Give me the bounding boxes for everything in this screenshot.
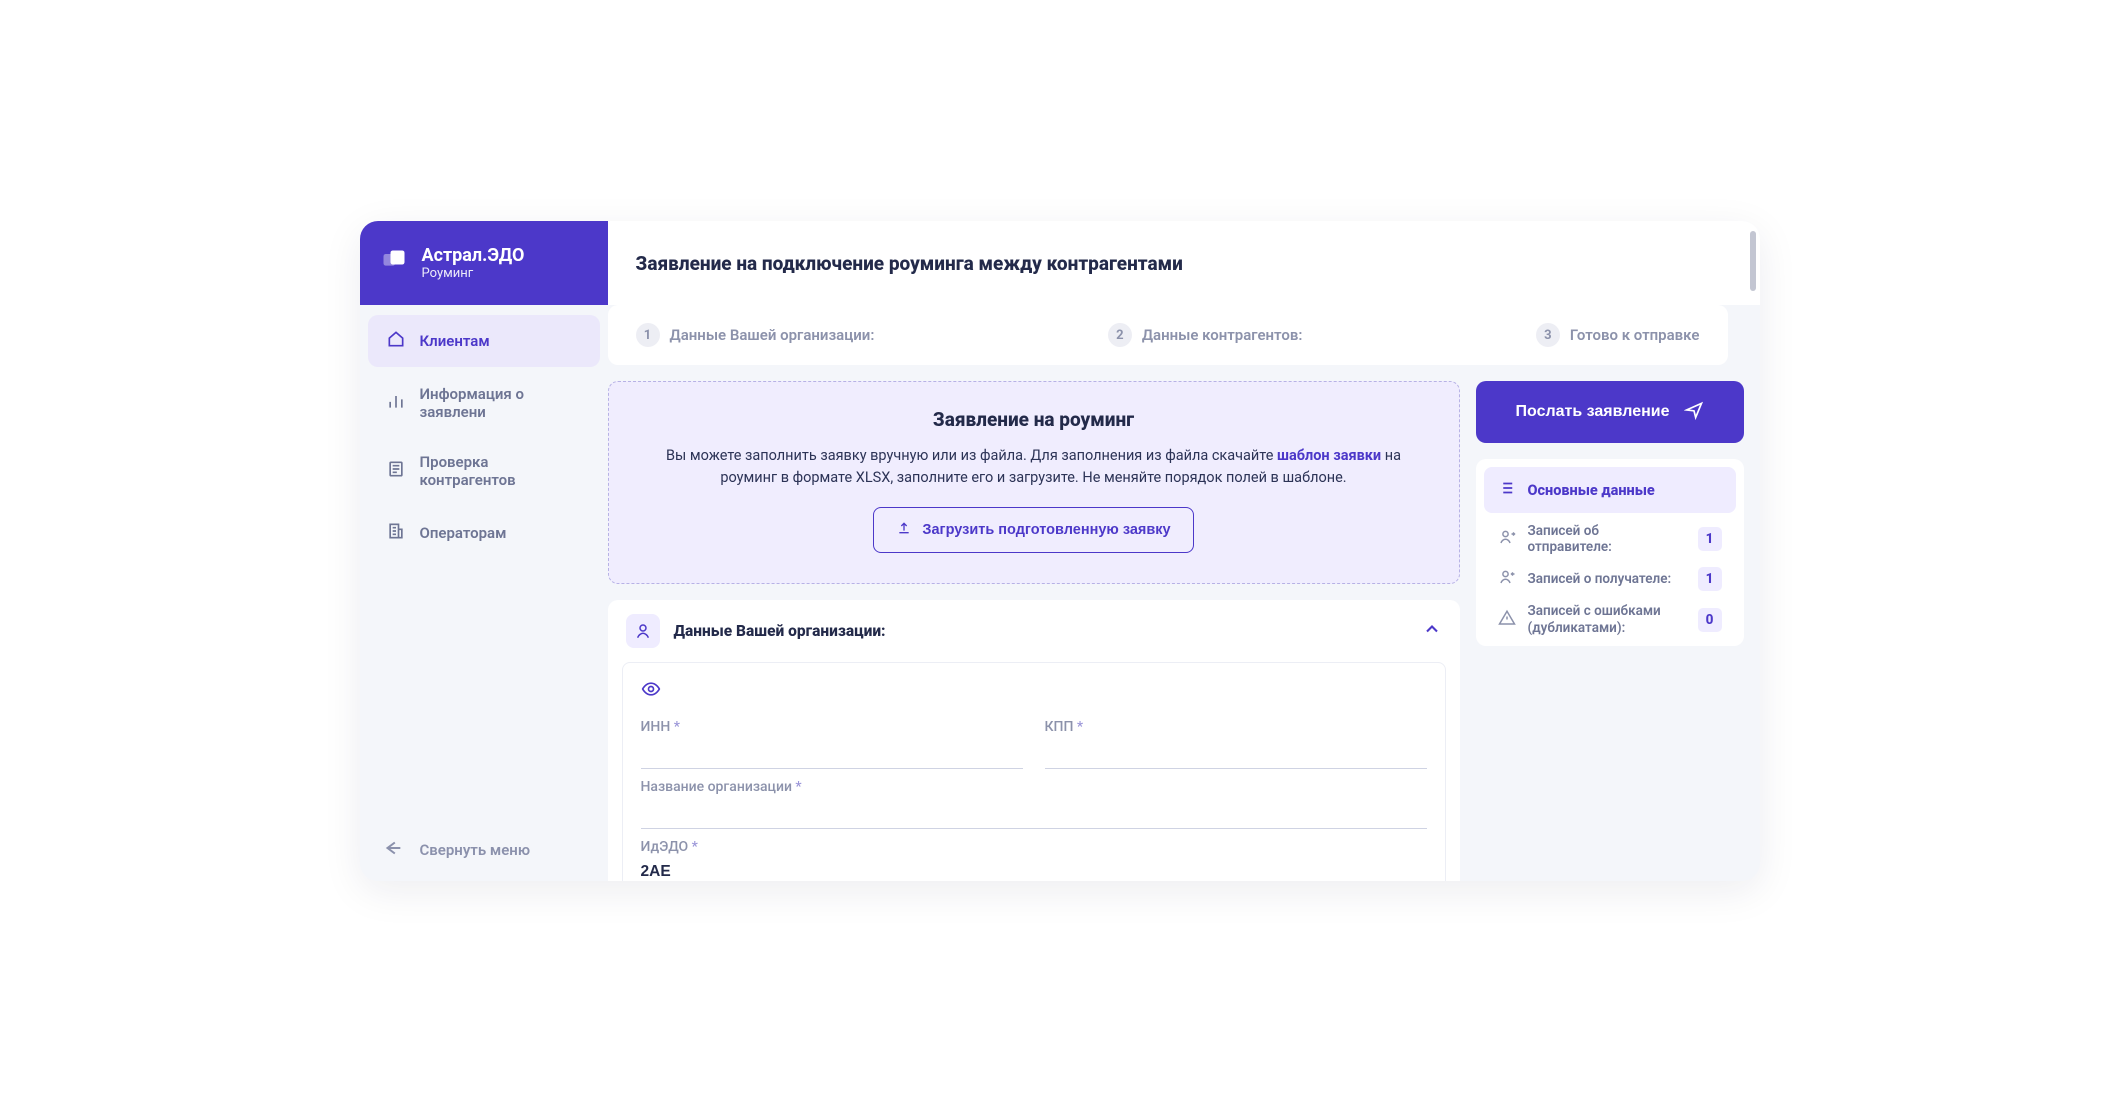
- summary-head[interactable]: Основные данные: [1484, 467, 1736, 513]
- summary-title: Основные данные: [1528, 482, 1655, 499]
- roaming-description: Вы можете заполнить заявку вручную или и…: [649, 445, 1419, 489]
- summary-row-sender: Записей об отправителе: 1: [1484, 513, 1736, 557]
- main-scroll-area[interactable]: 1 Данные Вашей организации: 2 Данные кон…: [608, 305, 1760, 881]
- org-name-label-text: Название организации: [641, 779, 792, 795]
- main-area: Заявление на подключение роуминга между …: [608, 221, 1760, 881]
- recipient-icon: [1498, 568, 1516, 590]
- field-inn: ИНН *: [641, 719, 1023, 769]
- step-number: 3: [1536, 323, 1560, 347]
- roaming-text-before: Вы можете заполнить заявку вручную или и…: [666, 447, 1277, 464]
- submit-application-button[interactable]: Послать заявление: [1476, 381, 1744, 443]
- brand-text: Астрал.ЭДО Роуминг: [422, 245, 525, 282]
- org-name-label: Название организации *: [641, 779, 1427, 795]
- sidebar-item-operators[interactable]: Операторам: [368, 507, 600, 559]
- org-name-input[interactable]: [641, 798, 1427, 829]
- upload-button-label: Загрузить подготовленную заявку: [922, 522, 1170, 538]
- step-label: Готово к отправке: [1570, 326, 1700, 344]
- brand-title: Астрал.ЭДО: [422, 245, 525, 267]
- content-columns: Заявление на роуминг Вы можете заполнить…: [608, 381, 1744, 881]
- stepper: 1 Данные Вашей организации: 2 Данные кон…: [608, 305, 1728, 365]
- arrow-left-icon: [382, 837, 404, 863]
- sidebar-item-check-counterparties[interactable]: Проверка контрагентов: [368, 439, 600, 503]
- step-3: 3 Готово к отправке: [1536, 323, 1700, 347]
- sidebar-item-label: Информация о заявлени: [420, 385, 582, 421]
- summary-row-errors: Записей с ошибками (дубликатами): 0: [1484, 593, 1736, 637]
- sidebar-nav: Клиентам Информация о заявлени Проверка …: [360, 305, 608, 819]
- step-label: Данные контрагентов:: [1142, 326, 1303, 344]
- brand-header: Астрал.ЭДО Роуминг: [360, 221, 608, 305]
- step-label: Данные Вашей организации:: [670, 326, 875, 344]
- step-number: 1: [636, 323, 660, 347]
- sidebar: Астрал.ЭДО Роуминг Клиентам Информация о…: [360, 221, 608, 881]
- page-title: Заявление на подключение роуминга между …: [636, 252, 1183, 275]
- building-icon: [386, 521, 406, 545]
- roaming-intro-card: Заявление на роуминг Вы можете заполнить…: [608, 381, 1460, 584]
- summary-count-badge: 1: [1698, 567, 1722, 591]
- page-header: Заявление на подключение роуминга между …: [608, 221, 1760, 305]
- visibility-toggle-icon[interactable]: [641, 684, 661, 703]
- field-kpp: КПП *: [1045, 719, 1427, 769]
- collapse-menu-button[interactable]: Свернуть меню: [360, 819, 608, 881]
- download-template-link[interactable]: шаблон заявки: [1277, 447, 1381, 464]
- send-icon: [1684, 400, 1704, 425]
- right-column: Послать заявление Основные данные Записе…: [1476, 381, 1744, 881]
- warning-icon: [1498, 609, 1516, 631]
- list-doc-icon: [386, 459, 406, 483]
- summary-row-recipient: Записей о получателе: 1: [1484, 557, 1736, 593]
- summary-count-badge: 1: [1698, 527, 1722, 551]
- summary-label: Записей об отправителе:: [1528, 523, 1686, 555]
- org-section-header[interactable]: Данные Вашей организации:: [608, 600, 1460, 662]
- sidebar-item-label: Проверка контрагентов: [420, 453, 582, 489]
- roaming-title: Заявление на роуминг: [649, 408, 1419, 431]
- scrollbar-thumb[interactable]: [1750, 231, 1756, 291]
- brand-subtitle: Роуминг: [422, 266, 525, 281]
- field-org-name: Название организации *: [641, 779, 1427, 829]
- submit-label: Послать заявление: [1516, 403, 1670, 421]
- summary-label: Записей о получателе:: [1528, 571, 1686, 587]
- home-icon: [386, 329, 406, 353]
- summary-card: Основные данные Записей об отправителе: …: [1476, 459, 1744, 646]
- step-1: 1 Данные Вашей организации:: [636, 323, 875, 347]
- upload-icon: [896, 520, 912, 540]
- left-column: Заявление на роуминг Вы можете заполнить…: [608, 381, 1460, 881]
- idedo-label-text: ИдЭДО: [641, 839, 689, 855]
- idedo-label: ИдЭДО *: [641, 839, 1427, 855]
- sidebar-item-applications-info[interactable]: Информация о заявлени: [368, 371, 600, 435]
- inn-label: ИНН *: [641, 719, 1023, 735]
- step-number: 2: [1108, 323, 1132, 347]
- field-idedo: ИдЭДО *: [641, 839, 1427, 882]
- person-icon: [626, 614, 660, 648]
- org-section-card: Данные Вашей организации: ИНН *: [608, 600, 1460, 882]
- inn-input[interactable]: [641, 738, 1023, 769]
- step-2: 2 Данные контрагентов:: [1108, 323, 1303, 347]
- summary-count-badge: 0: [1698, 608, 1722, 632]
- inn-label-text: ИНН: [641, 719, 671, 735]
- bar-chart-icon: [386, 391, 406, 415]
- sidebar-item-clients[interactable]: Клиентам: [368, 315, 600, 367]
- org-form-card: ИНН * КПП * Название организации *: [622, 662, 1446, 882]
- upload-application-button[interactable]: Загрузить подготовленную заявку: [873, 507, 1193, 553]
- app-window: Астрал.ЭДО Роуминг Клиентам Информация о…: [360, 221, 1760, 881]
- org-section-title: Данные Вашей организации:: [674, 622, 1408, 640]
- org-form-grid: ИНН * КПП * Название организации *: [641, 719, 1427, 882]
- collapse-menu-label: Свернуть меню: [420, 841, 531, 859]
- chevron-up-icon: [1422, 619, 1442, 643]
- sidebar-item-label: Операторам: [420, 524, 507, 542]
- kpp-label-text: КПП: [1045, 719, 1074, 735]
- list-icon: [1498, 479, 1516, 501]
- sender-icon: [1498, 528, 1516, 550]
- idedo-input[interactable]: [641, 858, 1427, 882]
- summary-label: Записей с ошибками (дубликатами):: [1528, 603, 1686, 635]
- kpp-input[interactable]: [1045, 738, 1427, 769]
- sidebar-item-label: Клиентам: [420, 332, 490, 350]
- brand-logo-icon: [380, 247, 408, 279]
- kpp-label: КПП *: [1045, 719, 1427, 735]
